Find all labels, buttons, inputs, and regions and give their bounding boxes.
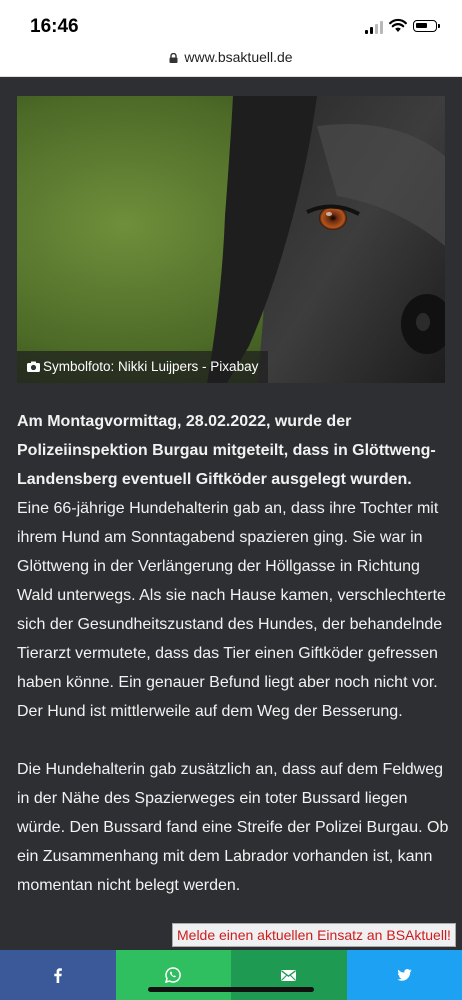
address-bar[interactable]: www.bsaktuell.de (0, 44, 462, 77)
article-lead: Am Montagvormittag, 28.02.2022, wurde de… (17, 413, 436, 488)
whatsapp-icon (165, 967, 182, 983)
caption-text: Symbolfoto: Nikki Luijpers - Pixabay (43, 359, 259, 374)
lock-icon (169, 53, 178, 63)
signal-icon (365, 20, 385, 34)
article-image (17, 96, 445, 383)
dog-photo (17, 96, 445, 383)
camera-icon (27, 361, 40, 372)
article-paragraph-2: Die Hundehalterin gab zusätzlich an, das… (17, 761, 449, 894)
status-bar: 16:46 (0, 0, 462, 44)
email-icon (281, 969, 297, 981)
share-whatsapp-button[interactable] (115, 950, 231, 1000)
share-twitter-button[interactable] (346, 950, 462, 1000)
article-paragraph-1: Eine 66-jährige Hundehalterin gab an, da… (17, 500, 446, 720)
twitter-icon (397, 969, 412, 981)
facebook-icon (54, 967, 62, 983)
article-body: Am Montagvormittag, 28.02.2022, wurde de… (17, 407, 449, 900)
share-bar (0, 950, 462, 1000)
status-time: 16:46 (30, 16, 79, 37)
wifi-icon (389, 18, 407, 32)
battery-icon (413, 20, 440, 32)
report-banner[interactable]: Melde einen aktuellen Einsatz an BSAktue… (172, 923, 456, 947)
image-caption: Symbolfoto: Nikki Luijpers - Pixabay (17, 351, 269, 383)
share-facebook-button[interactable] (0, 950, 116, 1000)
home-indicator (148, 987, 314, 992)
url-text: www.bsaktuell.de (184, 49, 293, 65)
share-email-button[interactable] (231, 950, 347, 1000)
